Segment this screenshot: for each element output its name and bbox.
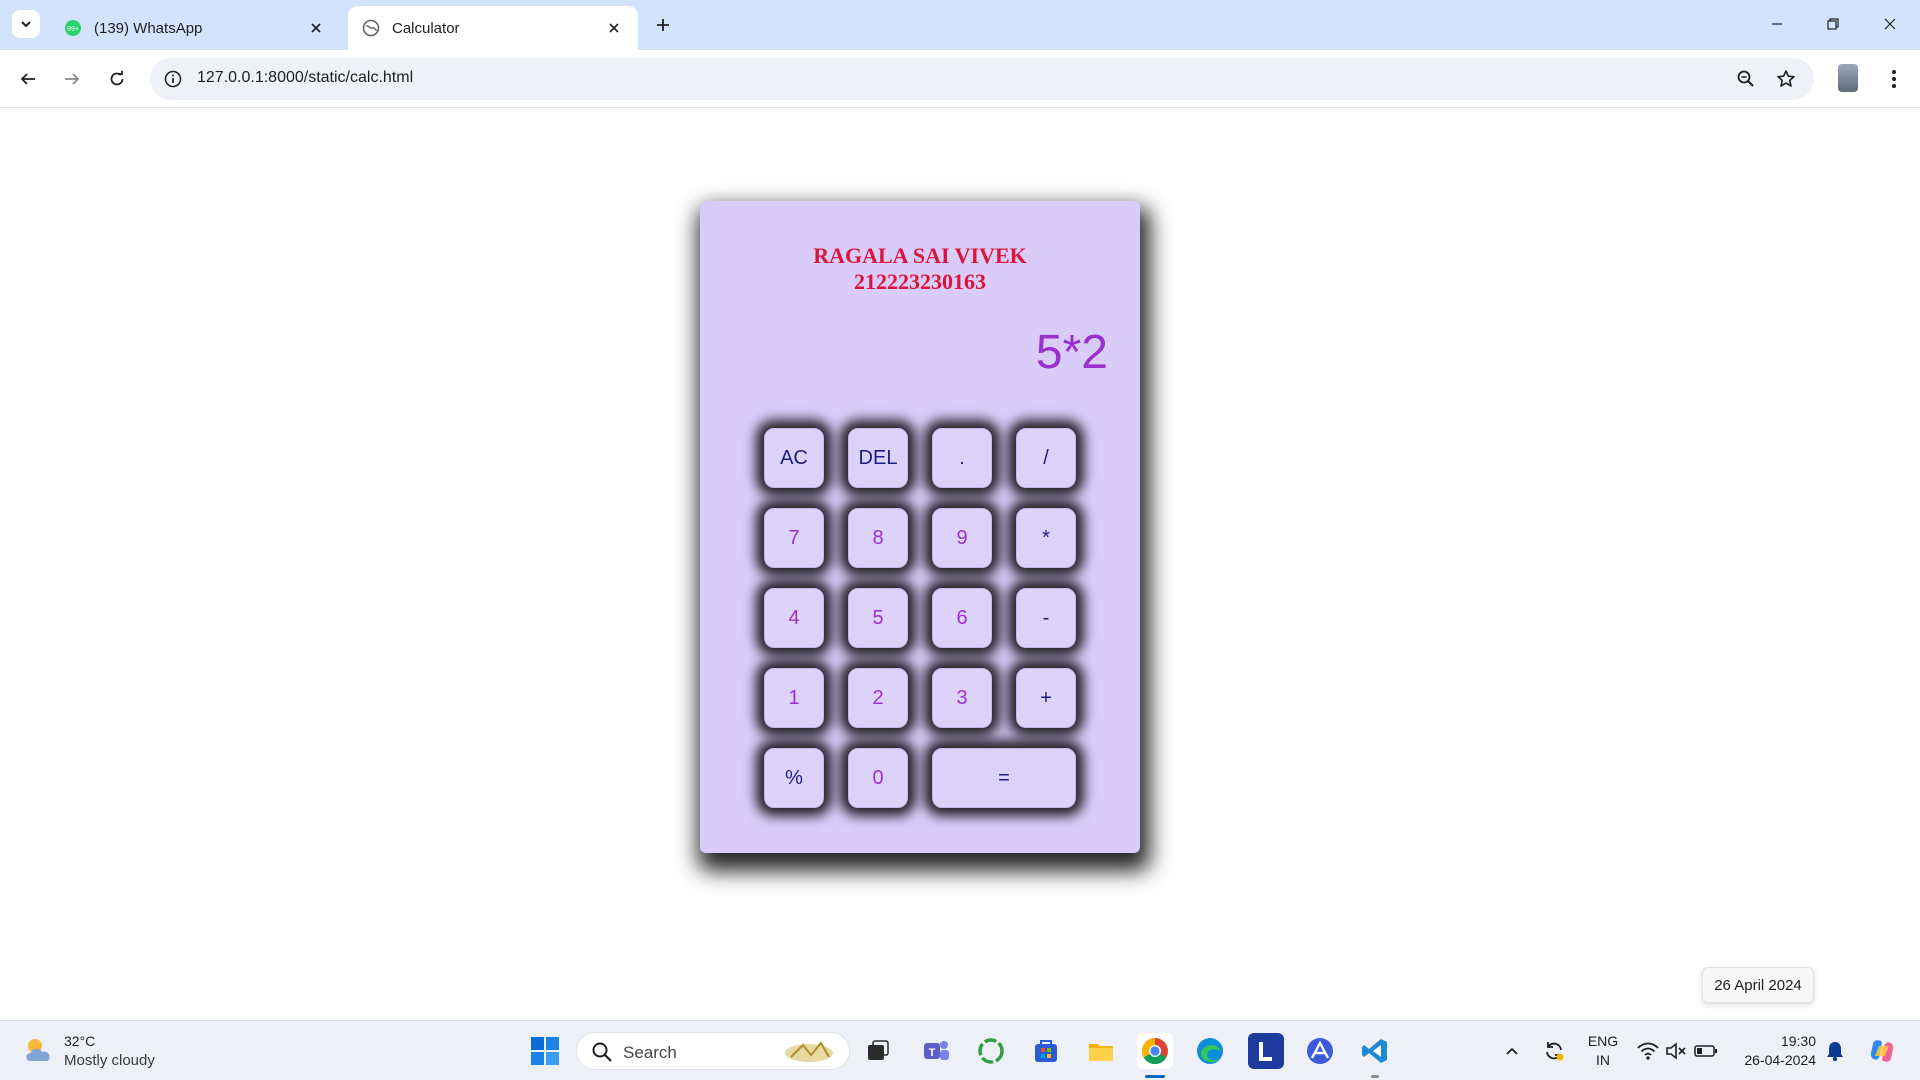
notification-bell-icon[interactable]: [1823, 1039, 1847, 1063]
speaker-muted-icon[interactable]: [1664, 1039, 1688, 1063]
input-language[interactable]: ENG: [1586, 1033, 1620, 1049]
zoom-icon[interactable]: [1734, 67, 1758, 91]
key-6[interactable]: 6: [932, 588, 992, 648]
task-view-icon[interactable]: [860, 1033, 896, 1069]
key-plus[interactable]: +: [1016, 668, 1076, 728]
battery-icon[interactable]: [1694, 1039, 1718, 1063]
plus-icon: [657, 19, 669, 31]
calculator-display: 5*2: [1035, 326, 1108, 379]
taskbar-search-box[interactable]: Search: [576, 1032, 850, 1070]
key-divide[interactable]: /: [1016, 428, 1076, 488]
weather-temperature[interactable]: 32°C: [64, 1033, 95, 1049]
input-region[interactable]: IN: [1586, 1052, 1620, 1068]
close-window-button[interactable]: [1870, 8, 1910, 40]
svg-text:T: T: [929, 1047, 936, 1059]
key-ac[interactable]: AC: [764, 428, 824, 488]
key-equals[interactable]: =: [932, 748, 1076, 808]
vscode-open-indicator: [1371, 1075, 1379, 1078]
key-percent[interactable]: %: [764, 748, 824, 808]
windows-start-icon[interactable]: [527, 1033, 563, 1069]
key-0[interactable]: 0: [848, 748, 908, 808]
site-info-icon[interactable]: [162, 68, 184, 90]
address-bar[interactable]: 127.0.0.1:8000/static/calc.html: [150, 58, 1814, 100]
minimize-icon: [1772, 23, 1782, 25]
chrome-active-indicator: [1145, 1075, 1165, 1078]
vscode-icon[interactable]: [1357, 1033, 1393, 1069]
chevron-down-icon: [21, 21, 31, 28]
file-explorer-icon[interactable]: [1083, 1033, 1119, 1069]
tab-whatsapp[interactable]: 99+ (139) WhatsApp: [50, 6, 340, 50]
profile-avatar[interactable]: [1838, 64, 1858, 92]
cloudy-weather-icon[interactable]: [22, 1033, 56, 1067]
whatsapp-icon: 99+: [64, 19, 82, 37]
close-tab-icon[interactable]: [604, 18, 624, 38]
tab-title: (139) WhatsApp: [94, 19, 203, 37]
reload-icon: [110, 70, 124, 86]
key-4[interactable]: 4: [764, 588, 824, 648]
globe-icon: [362, 19, 380, 37]
key-8[interactable]: 8: [848, 508, 908, 568]
search-highlight-icon: [785, 1041, 833, 1062]
reload-button[interactable]: [101, 63, 133, 95]
l-app-icon[interactable]: [1248, 1033, 1284, 1069]
circle-app-icon[interactable]: [973, 1033, 1009, 1069]
key-7[interactable]: 7: [764, 508, 824, 568]
key-1[interactable]: 1: [764, 668, 824, 728]
key-3[interactable]: 3: [932, 668, 992, 728]
arc-app-icon[interactable]: [1302, 1033, 1338, 1069]
arrow-left-icon: [20, 73, 35, 85]
calculator-panel: RAGALA SAI VIVEK 212223230163 5*2 AC DEL…: [700, 201, 1140, 853]
url-text[interactable]: 127.0.0.1:8000/static/calc.html: [197, 69, 413, 87]
chrome-icon[interactable]: [1137, 1033, 1173, 1069]
sync-icon[interactable]: [1542, 1039, 1566, 1063]
new-tab-button[interactable]: [650, 12, 676, 38]
key-minus[interactable]: -: [1016, 588, 1076, 648]
tab-calculator[interactable]: Calculator: [348, 6, 638, 50]
key-2[interactable]: 2: [848, 668, 908, 728]
copilot-icon[interactable]: [1866, 1035, 1898, 1067]
key-multiply[interactable]: *: [1016, 508, 1076, 568]
whatsapp-badge: 99+: [67, 26, 79, 33]
close-icon: [1884, 18, 1896, 30]
taskbar: 32°C Mostly cloudy Search T ENG IN 19:30…: [0, 1020, 1920, 1080]
tab-search-button[interactable]: [12, 10, 40, 38]
key-decimal[interactable]: .: [932, 428, 992, 488]
arrow-right-icon: [65, 73, 80, 85]
browser-menu-button[interactable]: [1878, 63, 1910, 95]
store-icon[interactable]: [1028, 1033, 1064, 1069]
restore-icon: [1827, 18, 1839, 30]
browser-tab-strip: 99+ (139) WhatsApp Calculator: [0, 0, 1920, 50]
search-icon: [592, 1042, 612, 1062]
close-tab-icon[interactable]: [306, 18, 326, 38]
key-del[interactable]: DEL: [848, 428, 908, 488]
edge-icon[interactable]: [1192, 1033, 1228, 1069]
forward-button[interactable]: [56, 63, 88, 95]
key-5[interactable]: 5: [848, 588, 908, 648]
back-button[interactable]: [12, 63, 44, 95]
key-9[interactable]: 9: [932, 508, 992, 568]
student-name: RAGALA SAI VIVEK: [813, 243, 1027, 268]
weather-description[interactable]: Mostly cloudy: [64, 1052, 155, 1069]
more-vert-icon: [1892, 70, 1896, 88]
clock-date[interactable]: 26-04-2024: [1736, 1052, 1816, 1068]
wifi-icon[interactable]: [1636, 1039, 1660, 1063]
chevron-up-icon[interactable]: [1500, 1039, 1524, 1063]
student-id: 212223230163: [854, 269, 986, 294]
date-tooltip: 26 April 2024: [1702, 967, 1814, 1003]
clock-time[interactable]: 19:30: [1736, 1033, 1816, 1049]
restore-button[interactable]: [1813, 8, 1853, 40]
teams-icon[interactable]: T: [918, 1033, 954, 1069]
minimize-button[interactable]: [1757, 8, 1797, 40]
search-label: Search: [623, 1043, 677, 1062]
bookmark-star-icon[interactable]: [1774, 67, 1798, 91]
browser-toolbar: 127.0.0.1:8000/static/calc.html: [0, 50, 1920, 108]
tab-title: Calculator: [392, 19, 460, 37]
